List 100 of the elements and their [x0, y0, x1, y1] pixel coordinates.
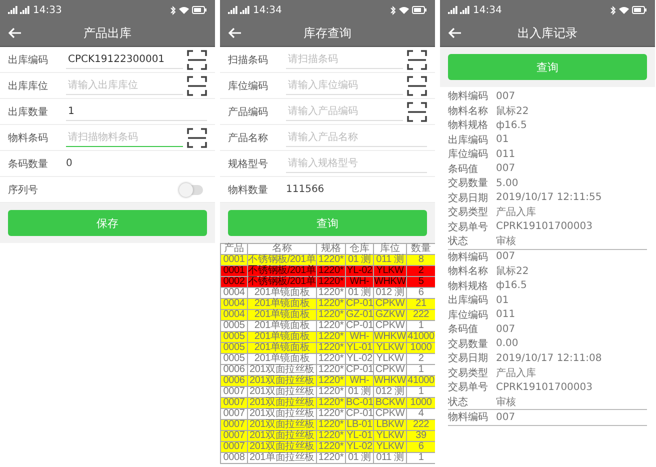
record-label: 交易日期: [448, 352, 489, 366]
record-value: 2019/10/17 12:11:08: [496, 352, 602, 364]
back-icon[interactable]: [8, 27, 22, 39]
scan-icon[interactable]: [187, 76, 207, 96]
record-value: 鼠标22: [496, 104, 529, 118]
record-label: 物料编码: [448, 410, 489, 424]
record-label: 交易单号: [448, 380, 489, 394]
table-row[interactable]: 0007 201双面拉丝板 1220* LB-01 LBKW 222: [220, 420, 435, 430]
record-label: 物料名称: [448, 264, 489, 278]
table-row[interactable]: 0004 201单镜面板 1220* 01 测 012 测 6: [220, 288, 435, 298]
field-value: 0: [66, 158, 72, 169]
record-label: 库位编码: [448, 148, 489, 162]
record-label: 交易类型: [448, 366, 489, 380]
table-row[interactable]: 0005 201单镜面板 1220* WH- WHKW 41000: [220, 332, 435, 342]
record-value: 007: [496, 412, 516, 423]
table-row[interactable]: 0005 201单镜面板 1220* YL-01 YLKW 1000: [220, 342, 435, 354]
table-row[interactable]: 0002 不锈钢板/201单 1220* WH- WHKW 5: [220, 276, 435, 288]
page-title: 库存查询: [302, 24, 352, 42]
table-row[interactable]: 0007 201双面拉丝板 1220* BC-01 BCKW 1000: [220, 398, 435, 408]
query-button[interactable]: 查询: [448, 54, 647, 80]
field-label: 出库编码: [8, 54, 49, 66]
input-field[interactable]: 请输入规格型号: [286, 154, 427, 173]
record-label: 物料编码: [448, 90, 489, 104]
toggle-switch[interactable]: [181, 184, 203, 194]
record-label: 物料名称: [448, 104, 489, 118]
field-label: 规格型号: [228, 158, 269, 170]
record-value: 01: [496, 294, 509, 306]
status-time: 14:34: [253, 4, 282, 16]
record-value: CPRK19101700003: [496, 221, 593, 232]
record-value: 鼠标22: [496, 264, 529, 278]
record-label: 物料编码: [448, 250, 489, 264]
query-button[interactable]: 查询: [228, 210, 427, 236]
record-label: 状态: [448, 396, 469, 409]
record-label: 交易数量: [448, 338, 489, 351]
table-row[interactable]: 0005 201单镜面板 1220* CP-01 CPKW 1: [220, 320, 435, 332]
record-label: 出库编码: [448, 294, 489, 308]
field-label: 库位编码: [228, 80, 269, 92]
record-label: 交易类型: [448, 206, 489, 220]
record-label: 条码值: [448, 323, 479, 336]
record-value: 007: [496, 324, 516, 335]
input-field[interactable]: 1: [66, 102, 207, 121]
back-icon[interactable]: [448, 27, 462, 39]
battery-icon: [632, 6, 647, 14]
record-label: 物料规格: [448, 280, 489, 293]
record-value: 5.00: [496, 178, 518, 189]
scan-icon[interactable]: [407, 76, 427, 96]
scan-icon[interactable]: [407, 102, 427, 122]
record-label: 交易数量: [448, 176, 489, 190]
table-row[interactable]: 0004 201单镜面板 1220* GZ-01 GZKW 222: [220, 310, 435, 320]
column-header: 产品: [220, 244, 248, 254]
scan-icon[interactable]: [187, 50, 207, 70]
field-label: 出库数量: [8, 106, 49, 118]
input-field[interactable]: 请扫描条码: [286, 50, 403, 69]
record-value: 011: [496, 309, 516, 320]
table-row[interactable]: 0007 201双面拉丝板 1220* YL-01 YLKW 39: [220, 430, 435, 442]
input-field[interactable]: 请输入产品编码: [286, 102, 403, 121]
table-row[interactable]: 0004 201单镜面板 1220* CP-01 CPKW 21: [220, 298, 435, 310]
record-value: 2019/10/17 12:11:55: [496, 192, 602, 204]
bluetooth-icon: [610, 6, 616, 14]
input-field[interactable]: 请输入产品名称: [286, 128, 427, 147]
field-label: 产品编码: [228, 106, 269, 118]
table-row[interactable]: 0007 201双面拉丝板 1220* CP-01 CPKW 4: [220, 408, 435, 420]
table-row[interactable]: 0007 201双面拉丝板 1220* 01 测 012 测 1: [220, 386, 435, 398]
battery-icon: [412, 6, 427, 14]
record-label: 交易单号: [448, 220, 489, 234]
input-field[interactable]: 请输入出库库位: [66, 76, 183, 95]
scan-icon[interactable]: [187, 128, 207, 148]
table-cell: 0008: [220, 452, 248, 464]
field-label: 产品名称: [228, 132, 269, 144]
table-row[interactable]: 0007 201双面拉丝板 1220* YL-02 YLKW 6: [220, 442, 435, 452]
field-label: 物料数量: [228, 184, 269, 196]
record-value: 产品入库: [496, 206, 536, 220]
table-cell: 201单面拉丝板: [248, 452, 316, 464]
page-title: 出入库记录: [516, 24, 578, 42]
save-button[interactable]: 保存: [8, 210, 207, 236]
table-cell: 011 测: [374, 452, 406, 464]
bluetooth-icon: [390, 6, 396, 14]
wifi-icon: [619, 6, 629, 14]
record-value: 007: [496, 251, 516, 262]
record-value: 007: [496, 90, 516, 102]
table-row[interactable]: 0001 不锈钢板/201单 1220* 01 测 011 测 8: [220, 254, 435, 266]
input-field[interactable]: 请扫描物料条码: [66, 128, 183, 147]
back-icon[interactable]: [228, 27, 242, 39]
table-row[interactable]: 0001 不锈钢板/201单 1220* YL-02 YLKW 2: [220, 266, 435, 276]
table-row[interactable]: 0006 201双面拉丝板 1220* CP-01 CPKW 1: [220, 364, 435, 376]
record-label: 出库编码: [448, 134, 489, 147]
bluetooth-icon: [170, 6, 176, 14]
wifi-icon: [179, 6, 189, 14]
record-value: 产品入库: [496, 366, 536, 380]
table-row[interactable]: 0006 201双面拉丝板 1220* WH- WHKW 41000: [220, 376, 435, 386]
scan-icon[interactable]: [407, 50, 427, 70]
record-label: 状态: [448, 234, 469, 248]
record-value: 0.00: [496, 338, 518, 350]
signal-icon: [228, 6, 250, 14]
input-field[interactable]: 请输入库位编码: [286, 76, 403, 95]
table-row[interactable]: 0008 201单面拉丝板 1220* 01 测 011 测 1: [220, 452, 435, 464]
record-value: 011: [496, 148, 516, 160]
table-row[interactable]: 0005 201单镜面板 1220* YL-02 YLKW 2: [220, 354, 435, 364]
field-label: 扫描条码: [228, 54, 269, 66]
input-field[interactable]: CPCK19122300001: [66, 50, 183, 69]
